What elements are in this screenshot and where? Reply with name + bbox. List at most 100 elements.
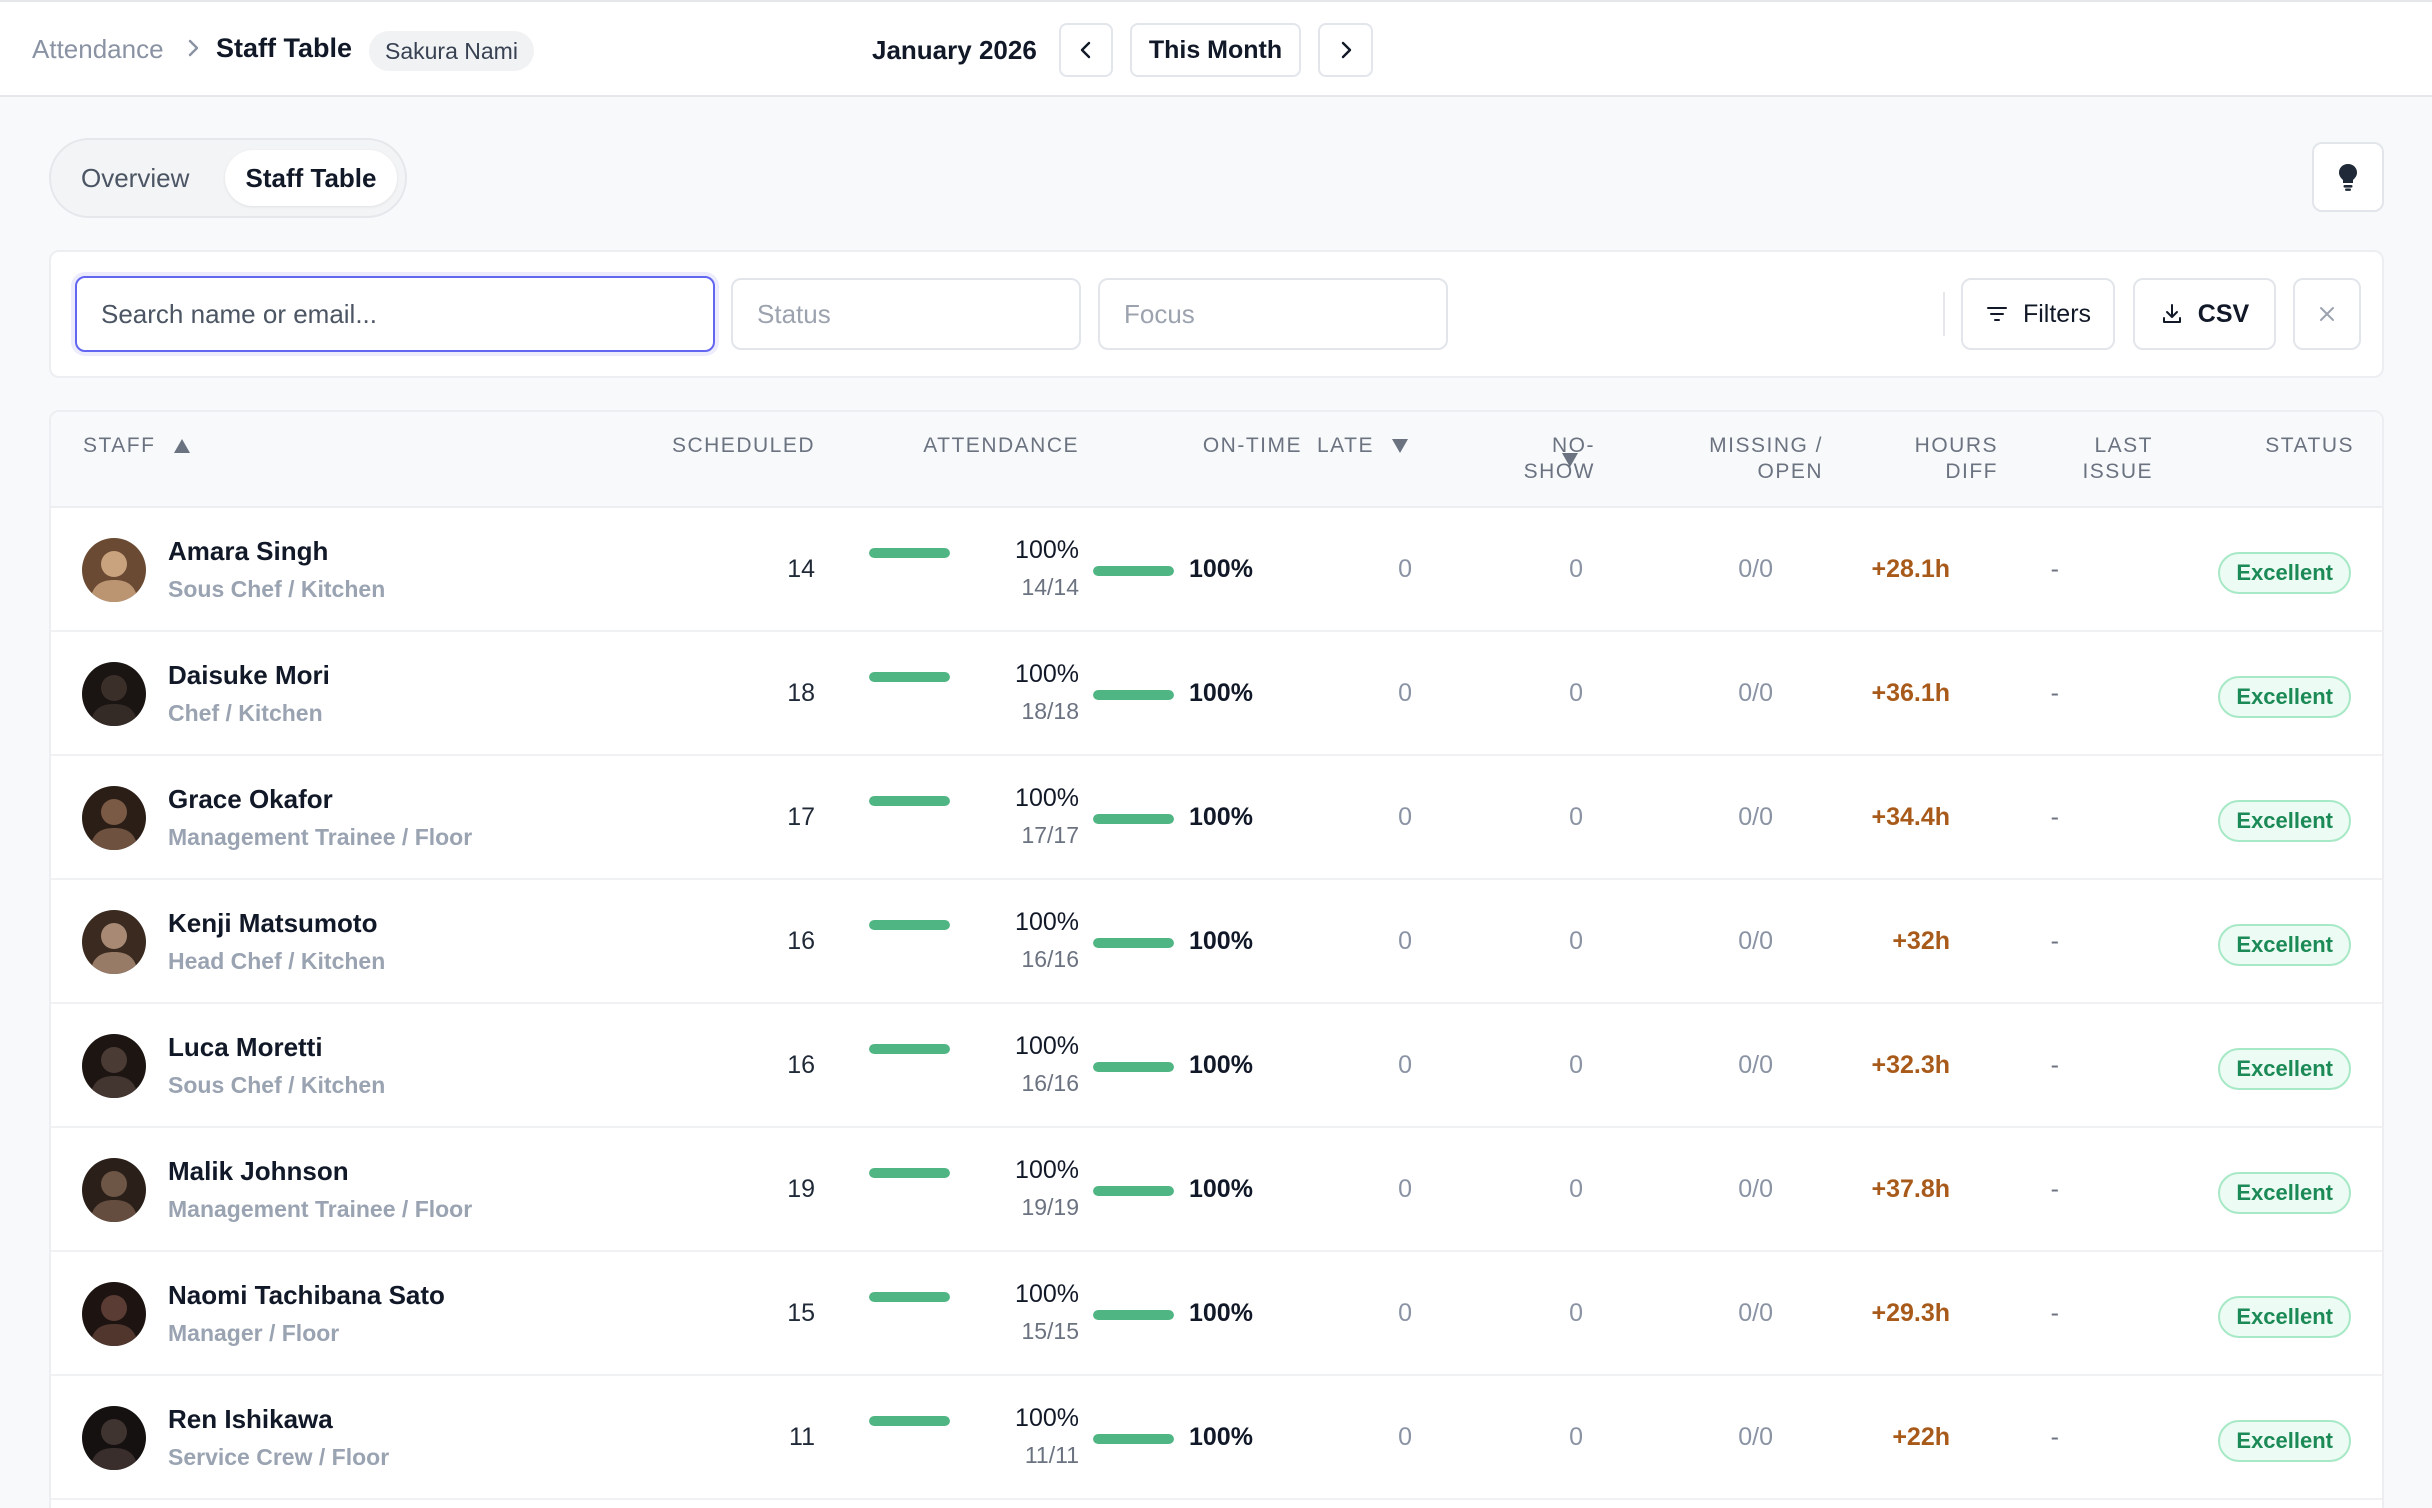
export-csv-button[interactable]: CSV	[2133, 278, 2276, 350]
status-badge: Excellent	[2218, 1048, 2351, 1090]
avatar	[82, 538, 146, 602]
column-header-attendance[interactable]: ATTENDANCE	[871, 433, 1079, 459]
attendance-percent: 100%	[1015, 1280, 1079, 1308]
attendance-percent: 100%	[1015, 784, 1079, 812]
status-badge: Excellent	[2218, 924, 2351, 966]
focus-select[interactable]: Focus	[1098, 278, 1448, 350]
staff-name[interactable]: Malik Johnson	[168, 1156, 349, 1187]
noshow-count: 0	[1569, 803, 1583, 831]
table-row[interactable]: Luca Moretti Sous Chef / Kitchen 16 100%…	[51, 1004, 2382, 1128]
avatar	[82, 1158, 146, 1222]
ontime-bar	[1093, 1186, 1174, 1196]
staff-name[interactable]: Ren Ishikawa	[168, 1404, 333, 1435]
tab-staff-table[interactable]: Staff Table	[225, 150, 397, 206]
filters-button[interactable]: Filters	[1961, 278, 2115, 350]
this-month-button[interactable]: This Month	[1130, 23, 1301, 77]
attendance-fraction: 18/18	[1021, 698, 1079, 724]
status-select[interactable]: Status	[731, 278, 1081, 350]
missing-open-count: 0/0	[1738, 1299, 1773, 1327]
last-issue: -	[2050, 1423, 2059, 1451]
staff-role: Sous Chef / Kitchen	[168, 1072, 386, 1098]
column-header-hours-diff[interactable]: HOURS DIFF	[1851, 433, 1998, 485]
hours-diff: +36.1h	[1871, 679, 1950, 707]
late-count: 0	[1398, 1175, 1412, 1203]
ontime-bar-fill	[1093, 566, 1174, 576]
column-header-missing-line2: OPEN	[1757, 460, 1823, 483]
column-header-late[interactable]: LATE	[1317, 433, 1409, 459]
staff-name[interactable]: Naomi Tachibana Sato	[168, 1280, 445, 1311]
ontime-percent: 100%	[1189, 803, 1253, 831]
column-header-last-issue[interactable]: LAST ISSUE	[2031, 433, 2153, 485]
toolbar-divider	[1943, 292, 1945, 336]
staff-name[interactable]: Grace Okafor	[168, 784, 333, 815]
missing-open-count: 0/0	[1738, 1175, 1773, 1203]
staff-name[interactable]: Luca Moretti	[168, 1032, 323, 1063]
attendance-fraction: 16/16	[1021, 946, 1079, 972]
missing-open-count: 0/0	[1738, 803, 1773, 831]
table-row[interactable]: Kenji Matsumoto Head Chef / Kitchen 16 1…	[51, 880, 2382, 1004]
column-header-late-label: LATE	[1317, 434, 1374, 457]
table-row[interactable]: Malik Johnson Management Trainee / Floor…	[51, 1128, 2382, 1252]
search-input[interactable]	[75, 276, 715, 352]
ontime-percent: 100%	[1189, 1051, 1253, 1079]
staff-role: Service Crew / Floor	[168, 1444, 390, 1470]
column-header-staff[interactable]: STAFF	[83, 433, 191, 459]
ontime-bar-fill	[1093, 1310, 1174, 1320]
previous-month-button[interactable]	[1059, 23, 1113, 77]
ontime-bar-fill	[1093, 938, 1174, 948]
hours-diff: +29.3h	[1871, 1299, 1950, 1327]
scheduled-count: 19	[787, 1175, 815, 1203]
scheduled-count: 17	[787, 803, 815, 831]
attendance-percent: 100%	[1015, 1156, 1079, 1184]
close-icon	[2320, 307, 2334, 321]
staff-table: STAFF SCHEDULED ATTENDANCE ON-TIME LATE …	[49, 410, 2384, 1508]
column-header-status[interactable]: STATUS	[2201, 433, 2354, 459]
ontime-bar-fill	[1093, 690, 1174, 700]
scheduled-count: 14	[787, 555, 815, 583]
breadcrumb-root-link[interactable]: Attendance	[32, 34, 164, 65]
hours-diff: +37.8h	[1871, 1175, 1950, 1203]
late-count: 0	[1398, 927, 1412, 955]
ontime-percent: 100%	[1189, 1175, 1253, 1203]
clear-filters-button[interactable]	[2293, 278, 2361, 350]
last-issue: -	[2050, 1175, 2059, 1203]
column-header-scheduled[interactable]: SCHEDULED	[651, 433, 815, 459]
attendance-percent: 100%	[1015, 908, 1079, 936]
user-badge: Sakura Nami	[369, 31, 534, 71]
next-month-button[interactable]	[1318, 23, 1373, 77]
staff-name[interactable]: Kenji Matsumoto	[168, 908, 377, 939]
staff-name[interactable]: Amara Singh	[168, 536, 328, 567]
missing-open-count: 0/0	[1738, 555, 1773, 583]
column-header-ontime[interactable]: ON-TIME	[1131, 433, 1302, 459]
ontime-bar	[1093, 690, 1174, 700]
breadcrumb-current: Staff Table	[216, 33, 353, 63]
attendance-fraction: 14/14	[1021, 574, 1079, 600]
table-row[interactable]: Amara Singh Sous Chef / Kitchen 14 100% …	[51, 508, 2382, 632]
last-issue: -	[2050, 1299, 2059, 1327]
noshow-count: 0	[1569, 1423, 1583, 1451]
hours-diff: +34.4h	[1871, 803, 1950, 831]
hint-button[interactable]	[2312, 142, 2384, 212]
staff-name[interactable]: Daisuke Mori	[168, 660, 330, 691]
late-count: 0	[1398, 555, 1412, 583]
column-header-missing[interactable]: MISSING / OPEN	[1631, 433, 1823, 485]
attendance-fraction: 11/11	[1024, 1442, 1079, 1468]
ontime-bar-fill	[1093, 1434, 1174, 1444]
table-row[interactable]: Grace Okafor Management Trainee / Floor …	[51, 756, 2382, 880]
table-row[interactable]: Naomi Tachibana Sato Manager / Floor 15 …	[51, 1252, 2382, 1376]
ontime-percent: 100%	[1189, 1423, 1253, 1451]
column-header-hours-line1: HOURS	[1914, 434, 1998, 457]
tab-overview[interactable]: Overview	[81, 150, 189, 206]
table-row[interactable]: Ren Ishikawa Service Crew / Floor 11 100…	[51, 1376, 2382, 1500]
noshow-count: 0	[1569, 1051, 1583, 1079]
ontime-bar-fill	[1093, 1062, 1174, 1072]
ontime-percent: 100%	[1189, 927, 1253, 955]
csv-label: CSV	[2197, 299, 2250, 328]
table-row[interactable]: Daisuke Mori Chef / Kitchen 18 100% 18/1…	[51, 632, 2382, 756]
chevron-right-icon	[184, 34, 204, 69]
noshow-count: 0	[1569, 927, 1583, 955]
last-issue: -	[2050, 1051, 2059, 1079]
hours-diff: +32h	[1892, 927, 1950, 955]
staff-role: Chef / Kitchen	[168, 700, 323, 726]
column-header-hours-line2: DIFF	[1945, 460, 1998, 483]
